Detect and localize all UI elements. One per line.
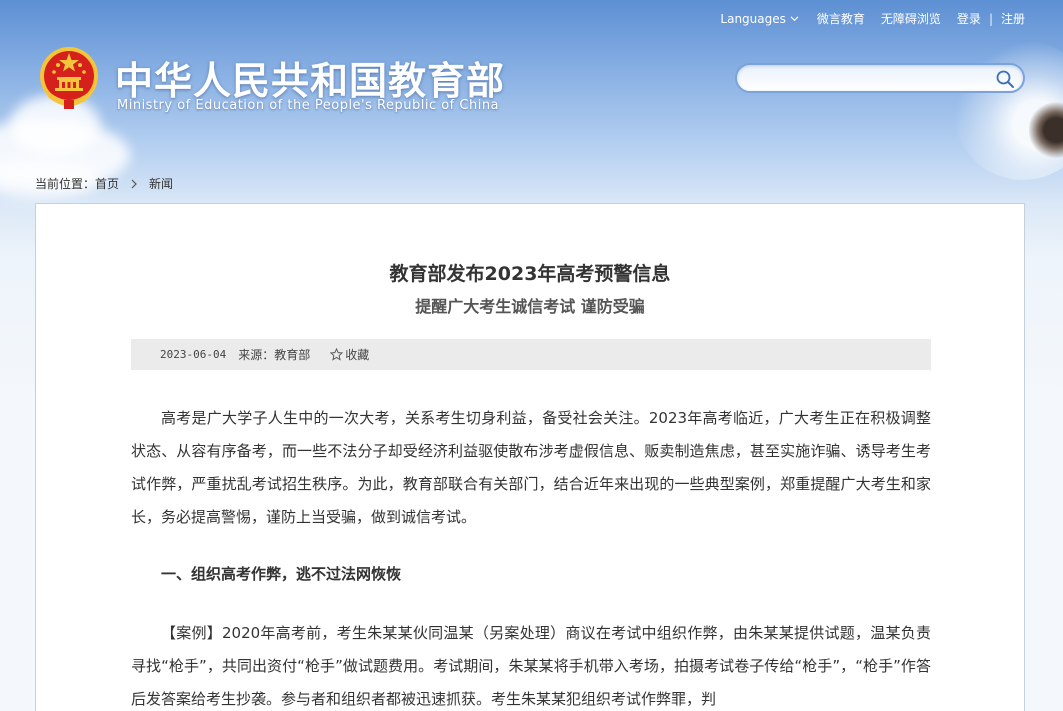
- accessibility-link[interactable]: 无障碍浏览: [881, 10, 941, 27]
- article-body: 高考是广大学子人生中的一次大考，关系考生切身利益，备受社会关注。2023年高考临…: [131, 402, 931, 711]
- case-paragraph: 【案例】2020年高考前，考生朱某某伙同温某（另案处理）商议在考试中组织作弊，由…: [131, 624, 931, 708]
- article-paragraph: 高考是广大学子人生中的一次大考，关系考生切身利益，备受社会关注。2023年高考临…: [131, 409, 931, 526]
- favorite-label: 收藏: [345, 348, 370, 362]
- weibo-link[interactable]: 微言教育: [817, 10, 865, 27]
- search-icon[interactable]: [995, 69, 1015, 89]
- chevron-down-icon: [790, 16, 799, 22]
- search-box: [735, 63, 1025, 93]
- register-link[interactable]: 注册: [1001, 10, 1025, 27]
- languages-menu[interactable]: Languages: [720, 11, 799, 26]
- site-subtitle: Ministry of Education of the People's Re…: [117, 98, 500, 113]
- article-title: 教育部发布2023年高考预警信息: [389, 263, 671, 285]
- article-meta-bar: 2023-06-04 来源：教育部 收藏: [131, 339, 931, 370]
- dandelion-core-decoration: [1029, 100, 1063, 160]
- breadcrumb-home-link[interactable]: 首页: [95, 175, 119, 192]
- star-icon: [330, 348, 344, 361]
- site-title[interactable]: 中华人民共和国教育部: [115, 50, 505, 105]
- login-link[interactable]: 登录: [957, 10, 981, 27]
- breadcrumb: 当前位置： 首页 新闻: [35, 175, 173, 192]
- breadcrumb-label: 当前位置：: [35, 177, 96, 191]
- breadcrumb-current[interactable]: 新闻: [149, 175, 173, 192]
- article-subtitle: 提醒广大考生诚信考试 谨防受骗: [415, 297, 645, 316]
- article-source: 来源：教育部: [238, 348, 311, 362]
- national-emblem-logo[interactable]: [38, 45, 100, 111]
- favorite-button[interactable]: 收藏: [330, 346, 369, 363]
- article-date: 2023-06-04: [160, 348, 227, 361]
- languages-label: Languages: [720, 11, 786, 26]
- link-separator: |: [988, 11, 993, 26]
- top-links-bar: Languages 微言教育 无障碍浏览 登录 | 注册: [720, 10, 1025, 27]
- chevron-right-icon: [131, 179, 137, 188]
- search-input[interactable]: [749, 70, 989, 88]
- section-heading: 一、组织高考作弊，逃不过法网恢恢: [161, 565, 402, 583]
- article-panel: 教育部发布2023年高考预警信息 提醒广大考生诚信考试 谨防受骗 2023-06…: [35, 203, 1025, 711]
